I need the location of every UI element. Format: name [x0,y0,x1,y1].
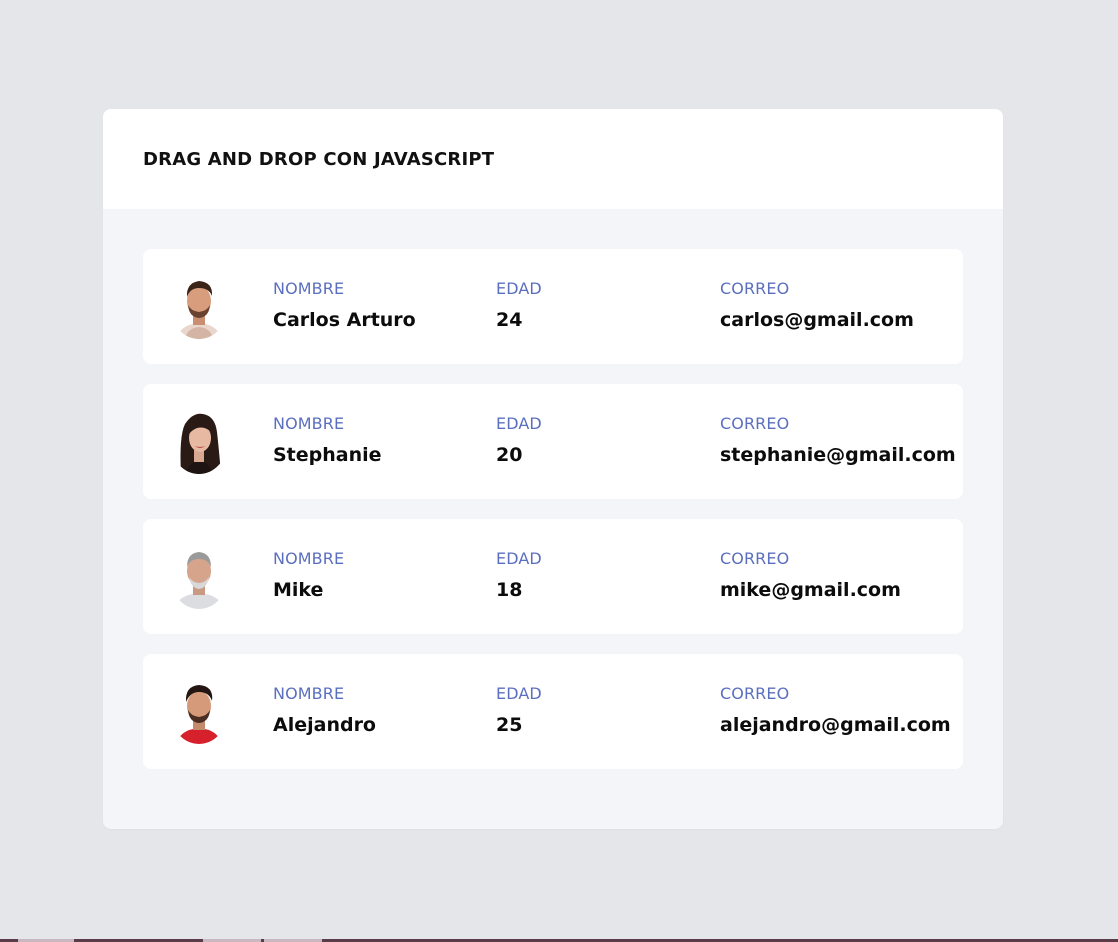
user-photo-icon [171,541,227,609]
name-label: NOMBRE [273,549,345,568]
avatar [171,676,227,744]
age-field: EDAD 24 [496,278,542,332]
draggable-list: NOMBRE Carlos Arturo EDAD 24 CORREO carl… [143,249,963,789]
name-field: NOMBRE Stephanie [273,413,382,467]
age-field: EDAD 18 [496,548,542,602]
page-title: DRAG AND DROP CON JAVASCRIPT [143,148,495,170]
age-value: 25 [496,714,523,736]
email-value: alejandro@gmail.com [720,714,951,736]
list-item[interactable]: NOMBRE Carlos Arturo EDAD 24 CORREO carl… [143,249,963,364]
email-field: CORREO alejandro@gmail.com [720,683,951,737]
name-value: Carlos Arturo [273,309,416,331]
avatar [171,406,227,474]
age-label: EDAD [496,414,542,433]
name-label: NOMBRE [273,684,345,703]
user-photo-icon [171,676,227,744]
email-value: carlos@gmail.com [720,309,914,331]
age-label: EDAD [496,279,542,298]
name-field: NOMBRE Alejandro [273,683,376,737]
email-label: CORREO [720,279,790,298]
age-field: EDAD 25 [496,683,542,737]
name-value: Stephanie [273,444,382,466]
name-label: NOMBRE [273,414,345,433]
age-value: 24 [496,309,523,331]
avatar [171,541,227,609]
age-value: 20 [496,444,523,466]
age-field: EDAD 20 [496,413,542,467]
user-photo-icon [171,271,227,339]
drag-drop-card: DRAG AND DROP CON JAVASCRIPT NOMBRE Carl… [103,109,1003,829]
age-label: EDAD [496,549,542,568]
email-field: CORREO stephanie@gmail.com [720,413,956,467]
avatar [171,271,227,339]
age-label: EDAD [496,684,542,703]
card-header: DRAG AND DROP CON JAVASCRIPT [103,109,1003,209]
list-item[interactable]: NOMBRE Mike EDAD 18 CORREO mike@gmail.co… [143,519,963,634]
email-value: mike@gmail.com [720,579,901,601]
name-value: Alejandro [273,714,376,736]
name-field: NOMBRE Carlos Arturo [273,278,416,332]
email-label: CORREO [720,684,790,703]
name-field: NOMBRE Mike [273,548,344,602]
name-value: Mike [273,579,324,601]
list-item[interactable]: NOMBRE Stephanie EDAD 20 CORREO stephani… [143,384,963,499]
list-item[interactable]: NOMBRE Alejandro EDAD 25 CORREO alejandr… [143,654,963,769]
email-label: CORREO [720,549,790,568]
user-photo-icon [171,406,227,474]
email-value: stephanie@gmail.com [720,444,956,466]
email-field: CORREO mike@gmail.com [720,548,901,602]
email-label: CORREO [720,414,790,433]
age-value: 18 [496,579,523,601]
email-field: CORREO carlos@gmail.com [720,278,914,332]
name-label: NOMBRE [273,279,345,298]
